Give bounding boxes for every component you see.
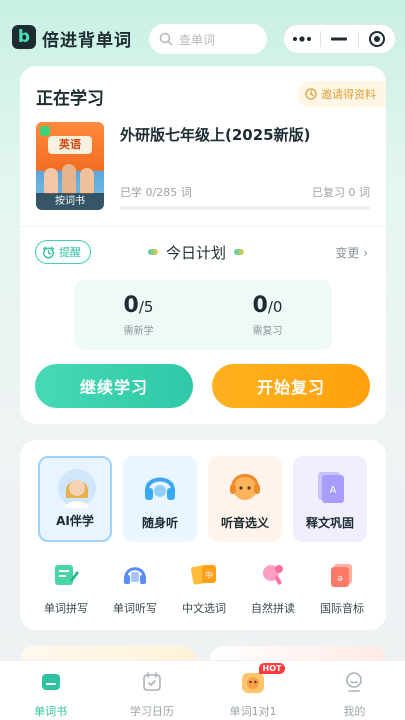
plan-heading: 今日计划 [148,240,245,264]
ai-avatar-icon [58,469,96,508]
bottom-tab-bar: 单词书 学习日历 HOT 单词1对1 我的 [0,660,405,720]
feature-ai-companion[interactable]: AI伴学 [38,456,112,542]
tool-phonetic-symbols[interactable]: ə 国际音标 [306,560,378,618]
target-close-icon [368,31,385,47]
header: b 倍进背单词 查单词 [0,0,405,60]
remind-label: 提醒 [59,246,81,259]
feature-label: 随身听 [141,516,178,530]
tab-label: 我的 [343,705,366,718]
cover-figure [80,168,94,194]
tool-label: 中文选词 [182,602,226,615]
minus-icon [331,37,348,41]
tool-label: 单词听写 [113,602,157,615]
tool-chinese-to-word[interactable]: 中 中文选词 [168,560,240,618]
phonetic-card-icon: ə [331,564,352,587]
hot-badge: HOT [258,663,286,674]
mini-program-capsule [283,24,396,54]
new-count: 0 [123,293,139,318]
cover-figure [44,168,58,194]
calendar-icon [143,672,161,691]
learned-count: 已学 0/285 词 [120,186,192,199]
review-words-stat: 0/0 需复习 [203,293,332,337]
feature-listen-choose[interactable]: 听音选义 [208,456,282,542]
alarm-clock-icon [42,246,55,259]
tab-wordbook[interactable]: 单词书 [0,661,101,720]
tool-word-spelling[interactable]: 单词拼写 [30,560,102,618]
remind-button[interactable]: 提醒 [35,240,91,264]
tab-calendar[interactable]: 学习日历 [101,661,202,720]
headphones-icon [145,477,175,500]
review-count: 0 [252,293,268,318]
book-name[interactable]: 外研版七年级上(2025新版) [120,124,310,145]
change-plan-button[interactable]: 变更 › [335,244,368,261]
learning-card: 正在学习 邀请得资料 英语 按词书 外研版七年级上(2025新版) 已学 0/2… [20,66,386,424]
flashcard-icon: A [318,472,344,503]
cover-badge-icon [40,126,50,136]
calendar-tab-icon [139,669,165,695]
dictation-headset-icon [124,567,146,584]
svg-text:中: 中 [205,570,213,580]
clock-icon [305,88,317,100]
new-count-value: 0/5 [74,293,203,318]
search-input[interactable]: 查单词 [149,24,267,54]
tool-label: 单词拼写 [44,602,88,615]
section-title: 正在学习 [36,89,104,109]
new-total: /5 [138,298,154,316]
listening-face-icon [230,474,260,500]
tab-profile[interactable]: 我的 [304,661,405,720]
close-program-button[interactable] [359,25,395,53]
review-total: /0 [267,298,283,316]
more-dots-icon [293,36,312,42]
minimize-button[interactable] [321,25,357,53]
reviewed-count: 已复习 0 词 [312,186,370,199]
plan-title: 今日计划 [166,243,227,262]
wordbook-tab-icon [38,669,64,695]
tab-label: 单词书 [34,705,68,718]
divider [20,226,386,227]
feature-definition-review[interactable]: A 释文巩固 [293,456,367,542]
tool-word-dictation[interactable]: 单词听写 [99,560,171,618]
profile-tab-icon [341,669,367,695]
svg-text:A: A [330,485,337,496]
book-cover[interactable]: 英语 按词书 [36,122,104,210]
chinese-cards-icon: 中 [191,565,216,585]
phonics-mic-icon [263,565,283,585]
search-icon [159,32,173,46]
plan-stats: 0/5 需新学 0/0 需复习 [74,280,332,350]
more-menu-button[interactable] [284,25,320,53]
decor-pill-icon [148,249,158,255]
cover-figure [62,164,76,194]
tool-label: 国际音标 [320,602,364,615]
book-icon [41,674,60,690]
app-logo: b [12,25,36,49]
cover-title: 英语 [48,136,92,154]
continue-learning-button[interactable]: 继续学习 [35,364,193,408]
tools-card: AI伴学 随身听 听音选义 A 释文巩固 单词拼写 单词听写 中 中文选词 自然… [20,440,386,630]
svg-text:ə: ə [337,574,343,584]
feature-label: 释文巩固 [305,516,354,530]
user-icon [346,672,363,692]
new-label: 需新学 [123,326,154,337]
decor-pill-icon [234,249,245,255]
tab-label: 学习日历 [129,705,174,718]
cover-tag: 按词书 [36,193,104,210]
review-count-value: 0/0 [203,293,332,318]
new-words-stat: 0/5 需新学 [74,293,203,337]
feature-label: AI伴学 [56,514,94,528]
feature-listen[interactable]: 随身听 [123,456,197,542]
progress-bar [120,206,370,210]
feature-label: 听音选义 [220,516,269,530]
invite-button[interactable]: 邀请得资料 [297,81,386,107]
invite-label: 邀请得资料 [321,88,376,101]
review-label: 需复习 [252,326,283,337]
search-placeholder: 查单词 [179,32,216,47]
spelling-icon [55,565,79,585]
tool-phonics[interactable]: 自然拼读 [237,560,309,618]
start-review-button[interactable]: 开始复习 [212,364,370,408]
app-title: 倍进背单词 [42,31,132,51]
tab-label: 单词1对1 [229,705,277,718]
tool-label: 自然拼读 [251,602,295,615]
tab-one-on-one[interactable]: HOT 单词1对1 [203,661,304,720]
